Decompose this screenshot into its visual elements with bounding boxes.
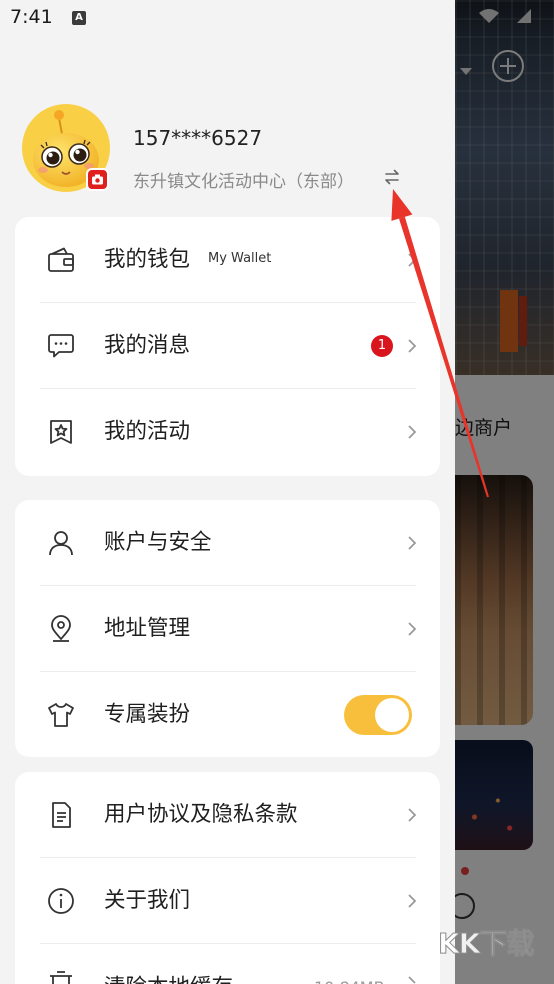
menu-item-address[interactable]: 地址管理 bbox=[15, 586, 440, 672]
unread-badge: 1 bbox=[371, 335, 393, 357]
menu-item-clear-cache[interactable]: 清除本地缓存 10.84MB bbox=[15, 944, 440, 984]
user-icon bbox=[49, 531, 73, 556]
activity-icon bbox=[50, 420, 72, 444]
chevron-right-icon bbox=[408, 622, 417, 636]
menu-item-user-agreement[interactable]: 用户协议及隐私条款 bbox=[15, 772, 440, 858]
watermark-logo: KK下载 bbox=[437, 927, 534, 961]
menu-item-label: 我的消息 bbox=[104, 333, 191, 358]
side-drawer: 7:41 A 157****6527 东升镇文化活动中心（东部） 我的钱包 My… bbox=[0, 0, 455, 984]
document-icon bbox=[52, 802, 71, 828]
menu-item-label: 我的钱包 bbox=[104, 247, 191, 272]
menu-item-messages[interactable]: 我的消息 1 bbox=[15, 303, 440, 389]
camera-icon[interactable] bbox=[86, 168, 109, 191]
cache-size: 10.84MB bbox=[314, 976, 385, 984]
menu-item-label: 专属装扮 bbox=[104, 702, 191, 727]
swap-icon[interactable] bbox=[383, 168, 401, 186]
menu-item-about-us[interactable]: 关于我们 bbox=[15, 858, 440, 944]
menu-item-activities[interactable]: 我的活动 bbox=[15, 389, 440, 475]
menu-item-wallet[interactable]: 我的钱包 My Wallet bbox=[15, 217, 440, 303]
message-icon bbox=[48, 334, 74, 358]
status-time: 7:41 bbox=[10, 6, 53, 28]
drawer-scrim[interactable] bbox=[455, 0, 554, 984]
menu-item-dress-up: 专属装扮 bbox=[15, 672, 440, 757]
menu-item-label: 清除本地缓存 bbox=[104, 975, 233, 984]
menu-card-settings: 账户与安全 地址管理 专属装扮 bbox=[15, 500, 440, 757]
info-icon bbox=[48, 888, 74, 914]
menu-item-label: 账户与安全 bbox=[104, 530, 212, 555]
menu-card-personal: 我的钱包 My Wallet 我的消息 1 我的活动 bbox=[15, 217, 440, 476]
chevron-right-icon bbox=[408, 894, 417, 908]
user-phone: 157****6527 bbox=[133, 126, 263, 150]
chevron-right-icon bbox=[408, 808, 417, 822]
location-icon bbox=[51, 615, 71, 642]
menu-item-label: 关于我们 bbox=[104, 888, 191, 913]
chevron-right-icon bbox=[408, 976, 416, 984]
chevron-right-icon bbox=[408, 425, 417, 439]
a-notification-icon: A bbox=[72, 11, 86, 25]
chevron-right-icon bbox=[408, 339, 417, 353]
menu-item-label: 用户协议及隐私条款 bbox=[104, 802, 298, 827]
dress-up-toggle[interactable] bbox=[344, 695, 412, 735]
menu-item-label: 地址管理 bbox=[104, 616, 191, 641]
menu-item-account-security[interactable]: 账户与安全 bbox=[15, 500, 440, 586]
chevron-right-icon bbox=[408, 536, 417, 550]
menu-item-subtitle: My Wallet bbox=[208, 251, 272, 266]
user-location: 东升镇文化活动中心（东部） bbox=[133, 172, 354, 192]
chevron-right-icon bbox=[408, 253, 417, 267]
menu-item-label: 我的活动 bbox=[104, 419, 191, 444]
tshirt-icon bbox=[48, 703, 74, 727]
wallet-icon bbox=[48, 247, 74, 272]
menu-card-about: 用户协议及隐私条款 关于我们 清除本地缓存 10.84MB bbox=[15, 772, 440, 984]
toggle-knob bbox=[375, 698, 409, 732]
trash-icon bbox=[50, 971, 72, 984]
